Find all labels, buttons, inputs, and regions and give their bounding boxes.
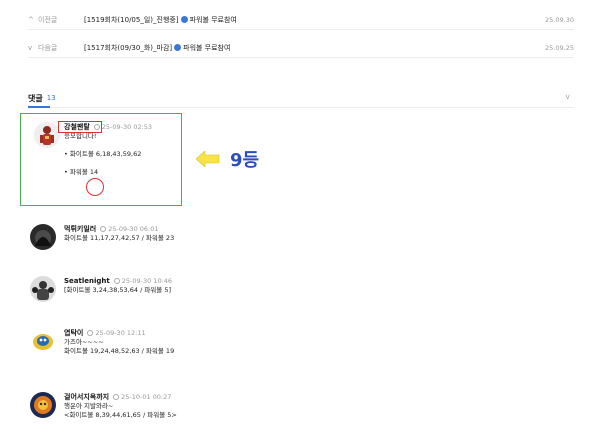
avatar[interactable] (30, 328, 56, 354)
comments-count: 13 (46, 94, 56, 102)
prev-post-title[interactable]: [1519회차(10/05_일)_진행중] 파워볼 무료참여 (84, 15, 545, 25)
comment-time: 25-10-01 00:27 (113, 393, 171, 401)
comment-item: 먹튀키일러 25-09-30 06:01 화이트볼 11,17,27,42,57… (30, 224, 430, 254)
comment-line: 행운아 지발와라~ (64, 402, 114, 410)
arrow-left-icon (196, 151, 220, 167)
comment-line: 화이트볼 11,17,27,42,57 / 파워볼 23 (64, 234, 175, 242)
comment-line: 가즈아~~~~ (64, 338, 104, 346)
comment-author[interactable]: 엽탁이 (64, 328, 83, 338)
comment-author[interactable]: Seatlenight (64, 277, 110, 285)
next-post-direction: v 다음글 (28, 43, 58, 52)
next-post-date: 25.09.25 (545, 43, 574, 52)
comments-label: 댓글 (28, 93, 43, 103)
author-highlight-mark (58, 121, 102, 133)
comments-tab-indicator (28, 106, 50, 108)
clock-icon (87, 330, 94, 336)
rank-label: 9등 (230, 150, 260, 171)
comment-body: 걸어서지옥까지 25-10-01 00:27 행운아 지발와라~ <화이트볼 8… (64, 392, 394, 420)
comments-header: 댓글 13 v (28, 92, 574, 104)
comment-author[interactable]: 걸어서지옥까지 (64, 392, 109, 402)
avatar[interactable] (30, 276, 56, 302)
clock-icon (113, 394, 120, 400)
powerball-icon (180, 16, 188, 23)
avatar[interactable] (30, 392, 56, 418)
clock-icon (113, 278, 120, 284)
comment-author[interactable]: 먹튀키일러 (64, 224, 96, 234)
powerball-highlight-mark (86, 178, 104, 196)
comment-body: Seatlenight 25-09-30 10:46 [화이트볼 3,24,38… (64, 276, 394, 295)
divider (28, 107, 574, 108)
comment-time: 25-09-30 06:01 (100, 225, 159, 233)
comment-item: 걸어서지옥까지 25-10-01 00:27 행운아 지발와라~ <화이트볼 8… (30, 392, 430, 428)
comment-time: 25-09-30 10:46 (113, 277, 172, 285)
next-post-row[interactable]: v 다음글 [1517회차(09/30_화)_마감] 파워볼 무료참여 25.0… (28, 38, 574, 58)
powerball-icon (174, 44, 182, 51)
avatar[interactable] (30, 224, 56, 250)
comment-line: 화이트볼 19,24,48,52,63 / 파워볼 19 (64, 347, 175, 355)
prev-post-direction: ^ 이전글 (28, 15, 58, 24)
comment-time: 25-09-30 02:53 (93, 123, 152, 131)
next-post-title[interactable]: [1517회차(09/30_화)_마감] 파워볼 무료참여 (84, 43, 545, 53)
comment-line: 응모합니다! (64, 132, 97, 140)
comment-item: 엽탁이 25-09-30 12:11 가즈아~~~~ 화이트볼 19,24,48… (30, 328, 430, 364)
rank-annotation: 9등 (196, 146, 259, 172)
comment-line: <화이트볼 8,39,44,61,65 / 파워볼 5> (64, 411, 177, 419)
chevron-up-icon: ^ (28, 15, 34, 24)
chevron-down-icon[interactable]: v (565, 92, 570, 101)
comment-item: Seatlenight 25-09-30 10:46 [화이트볼 3,24,38… (30, 276, 430, 306)
comment-line: [화이트볼 3,24,38,53,64 / 파워볼 5] (64, 286, 172, 294)
prev-post-row[interactable]: ^ 이전글 [1519회차(10/05_일)_진행중] 파워볼 무료참여 25.… (28, 10, 574, 30)
prev-post-date: 25.09.30 (545, 15, 574, 24)
avatar[interactable] (34, 122, 60, 148)
chevron-down-icon: v (28, 43, 33, 52)
comment-body: 엽탁이 25-09-30 12:11 가즈아~~~~ 화이트볼 19,24,48… (64, 328, 394, 356)
comment-time: 25-09-30 12:11 (87, 329, 146, 337)
clock-icon (100, 226, 107, 232)
comment-body: 먹튀키일러 25-09-30 06:01 화이트볼 11,17,27,42,57… (64, 224, 394, 243)
